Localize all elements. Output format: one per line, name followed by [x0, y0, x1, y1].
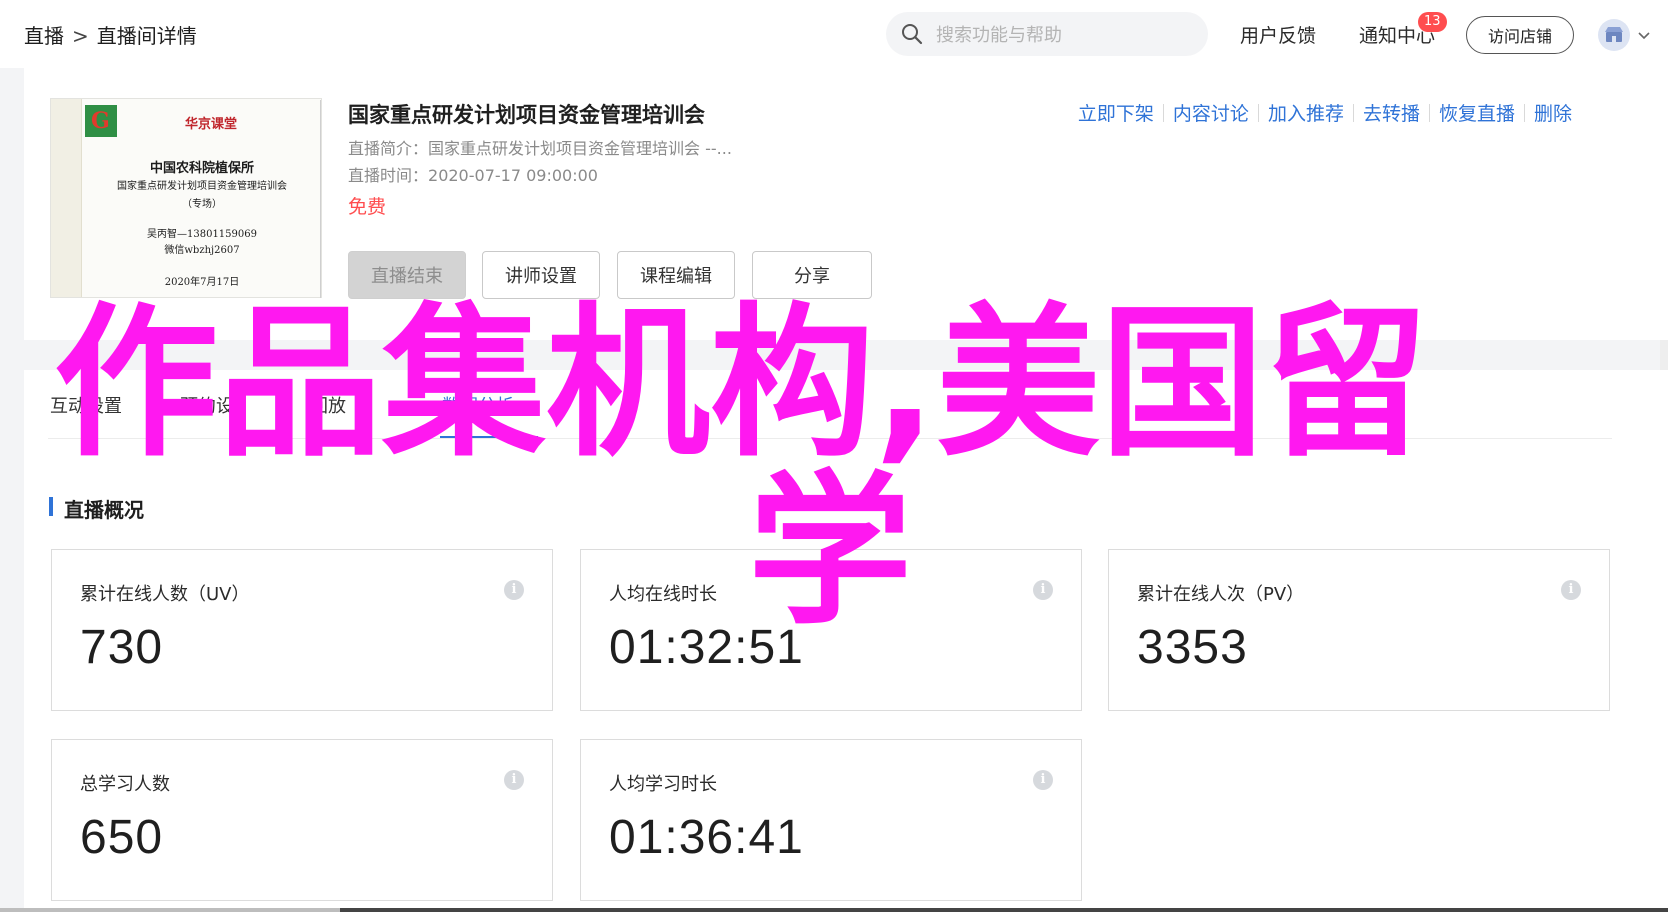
- visit-store-button[interactable]: 访问店铺: [1466, 16, 1574, 54]
- discussion-link[interactable]: 内容讨论: [1173, 99, 1249, 126]
- info-icon[interactable]: i: [1033, 770, 1053, 790]
- cover-subject: 国家重点研发计划项目资金管理培训会: [117, 181, 287, 192]
- link-divider: [1523, 103, 1525, 122]
- unpublish-link[interactable]: 立即下架: [1078, 99, 1154, 126]
- section-title: 直播概况: [64, 498, 144, 522]
- avatar[interactable]: [1598, 19, 1630, 51]
- notification-badge: 13: [1418, 12, 1447, 32]
- overlay-text-line1: 作品集机构,美国留: [54, 288, 1429, 479]
- course-action-links: 立即下架 内容讨论 加入推荐 去转播 恢复直播 删除: [1078, 99, 1572, 126]
- stat-value: 650: [80, 811, 164, 864]
- stat-card-avg-learning-time: 人均学习时长 i 01:36:41: [580, 739, 1082, 901]
- breadcrumb: 直播 > 直播间详情: [24, 20, 197, 49]
- cover-binding-stripe: [51, 99, 82, 297]
- search-icon: [902, 24, 923, 45]
- rebroadcast-link[interactable]: 去转播: [1363, 99, 1420, 126]
- course-time: 直播时间：2020-07-17 09:00:00: [348, 162, 598, 186]
- breadcrumb-current: 直播间详情: [96, 24, 197, 48]
- cover-org: 中国农科院植保所: [149, 161, 254, 176]
- recommend-link[interactable]: 加入推荐: [1268, 99, 1344, 126]
- stat-label: 人均在线时长: [609, 584, 717, 605]
- info-icon[interactable]: i: [504, 580, 524, 600]
- price-tag: 免费: [348, 196, 387, 218]
- stat-value: 3353: [1137, 621, 1248, 674]
- cover-note: （专场）: [182, 199, 222, 210]
- breadcrumb-separator: >: [72, 24, 89, 48]
- cover-contact-wechat: 微信wbzhj2607: [164, 245, 240, 256]
- link-divider: [1352, 103, 1354, 122]
- course-cover-image: G 华京课堂 中国农科院植保所 国家重点研发计划项目资金管理培训会 （专场） 吴…: [50, 98, 322, 298]
- info-icon[interactable]: i: [1033, 580, 1053, 600]
- cover-logo-icon: G: [85, 105, 117, 137]
- cover-divider: [320, 100, 321, 298]
- info-icon[interactable]: i: [504, 770, 524, 790]
- info-icon[interactable]: i: [1561, 580, 1581, 600]
- course-title: 国家重点研发计划项目资金管理培训会: [348, 103, 705, 127]
- stat-card-uv: 累计在线人数（UV） i 730: [51, 549, 553, 711]
- course-intro-value: 国家重点研发计划项目资金管理培训会 --...: [428, 139, 732, 158]
- cover-brand: 华京课堂: [184, 117, 237, 132]
- course-time-label: 直播时间：: [348, 166, 429, 185]
- bottom-edge-dark: [340, 908, 1668, 912]
- chevron-down-icon[interactable]: [1636, 27, 1652, 43]
- stat-label: 累计在线人数（UV）: [80, 584, 250, 605]
- search-box[interactable]: [886, 12, 1208, 58]
- stat-card-total-learners: 总学习人数 i 650: [51, 739, 553, 901]
- stat-label: 累计在线人次（PV）: [1137, 584, 1305, 605]
- feedback-link[interactable]: 用户反馈: [1240, 21, 1316, 48]
- course-intro-label: 直播简介：: [348, 139, 429, 158]
- stat-value: 730: [80, 621, 164, 674]
- cover-contact-phone: 吴丙智—13801159069: [147, 229, 257, 240]
- course-intro: 直播简介：国家重点研发计划项目资金管理培训会 --...: [348, 135, 732, 159]
- breadcrumb-root[interactable]: 直播: [24, 24, 64, 48]
- link-divider: [1257, 103, 1259, 122]
- section-marker: [49, 497, 53, 516]
- store-icon: [1605, 27, 1623, 42]
- delete-link[interactable]: 删除: [1534, 99, 1572, 126]
- stat-card-pv: 累计在线人次（PV） i 3353: [1108, 549, 1610, 711]
- stat-label: 人均学习时长: [609, 774, 717, 795]
- cover-date: 2020年7月17日: [164, 277, 240, 288]
- overlay-text-line2: 学: [748, 456, 913, 647]
- stat-label: 总学习人数: [80, 774, 170, 795]
- resume-live-link[interactable]: 恢复直播: [1439, 99, 1515, 126]
- stat-value: 01:36:41: [609, 811, 804, 864]
- search-input[interactable]: [934, 12, 1198, 58]
- course-time-value: 2020-07-17 09:00:00: [428, 166, 598, 185]
- link-divider: [1162, 103, 1164, 122]
- link-divider: [1428, 103, 1430, 122]
